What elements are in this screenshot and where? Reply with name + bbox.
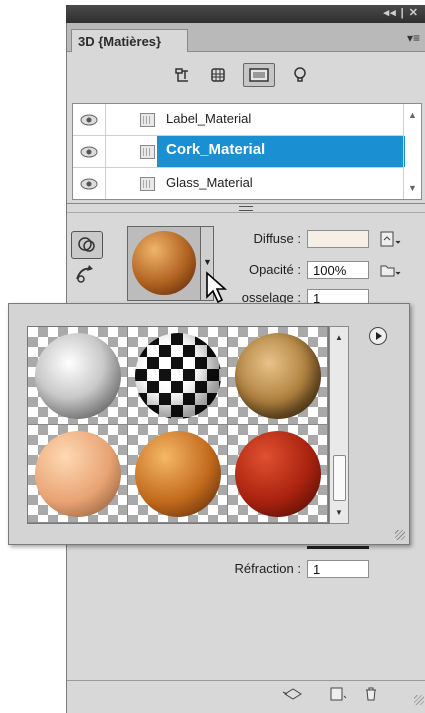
eye-icon[interactable]: [73, 168, 106, 199]
tab-3d-materials[interactable]: 3D {Matières}: [71, 29, 188, 52]
eye-icon[interactable]: [73, 104, 106, 135]
preset-swatch-cork-rough[interactable]: [228, 327, 328, 425]
material-icon: [140, 145, 155, 159]
opacity-texture-icon[interactable]: [379, 261, 401, 279]
scroll-up-icon[interactable]: ▲: [408, 110, 417, 120]
materials-list: Label_Material Cork_Material Glass_Mater…: [72, 103, 422, 200]
tab-row: 3D {Matières} ▾≡: [67, 23, 425, 52]
field-edge: [307, 546, 369, 549]
cork-ball: [132, 231, 196, 295]
scroll-thumb[interactable]: [333, 455, 346, 501]
panel-titlebar: ◂◂ | ✕: [66, 5, 425, 23]
material-label: Cork_Material: [166, 141, 266, 158]
material-label: Glass_Material: [166, 175, 253, 190]
panel-menu-icon[interactable]: ▾≡: [407, 31, 420, 45]
material-icon: [140, 177, 155, 191]
divider-grip[interactable]: [239, 206, 253, 211]
preset-swatch-checker[interactable]: [128, 327, 228, 425]
scroll-down-icon[interactable]: ▼: [408, 183, 417, 193]
panel-resize-grip[interactable]: [414, 695, 424, 705]
preset-grid: [27, 326, 329, 524]
diffuse-texture-icon[interactable]: [379, 230, 401, 248]
refraction-field[interactable]: 1: [307, 560, 369, 578]
material-icon: [140, 113, 155, 127]
popup-resize-grip[interactable]: [395, 530, 405, 540]
material-select-tool[interactable]: [71, 231, 103, 259]
material-drop-tool[interactable]: [71, 261, 101, 287]
list-item[interactable]: Glass_Material: [73, 168, 403, 199]
opacity-field[interactable]: 100%: [307, 261, 369, 279]
mesh-filter-icon[interactable]: [207, 64, 229, 86]
list-item[interactable]: Cork_Material: [73, 136, 405, 168]
light-filter-icon[interactable]: [289, 64, 311, 86]
panel-divider[interactable]: [67, 203, 425, 213]
list-item[interactable]: Label_Material: [73, 104, 403, 136]
preset-scrollbar[interactable]: ▲ ▼: [329, 326, 349, 524]
diffuse-label: Diffuse :: [253, 231, 301, 246]
preset-swatch-cork[interactable]: [128, 425, 228, 523]
panel-footer: [67, 680, 425, 707]
list-scrollbar[interactable]: ▲ ▼: [403, 104, 421, 199]
render-settings-icon[interactable]: [281, 686, 303, 702]
materials-filter-icon[interactable]: [243, 63, 275, 87]
scene-filter-icon[interactable]: [171, 64, 193, 86]
scroll-up-icon[interactable]: ▲: [335, 333, 343, 342]
mouse-cursor-icon: [206, 271, 228, 304]
material-preset-popup: ▲ ▼: [8, 303, 410, 545]
panel-window-controls[interactable]: ◂◂ | ✕: [384, 6, 419, 19]
refraction-label: Réfraction :: [234, 561, 301, 576]
preset-swatch-skin[interactable]: [28, 425, 128, 523]
trash-icon[interactable]: [363, 686, 385, 702]
diffuse-color-swatch[interactable]: [307, 230, 369, 248]
eye-icon[interactable]: [73, 136, 106, 167]
scroll-down-icon[interactable]: ▼: [335, 508, 343, 517]
preset-swatch-white-stone[interactable]: [28, 327, 128, 425]
material-label: Label_Material: [166, 111, 252, 126]
new-material-icon[interactable]: [329, 686, 351, 702]
preset-swatch-red-plastic[interactable]: [228, 425, 328, 523]
material-preview-swatch[interactable]: [127, 226, 201, 301]
filter-toolbar: [171, 63, 311, 87]
popup-menu-arrow-icon[interactable]: [369, 327, 387, 345]
